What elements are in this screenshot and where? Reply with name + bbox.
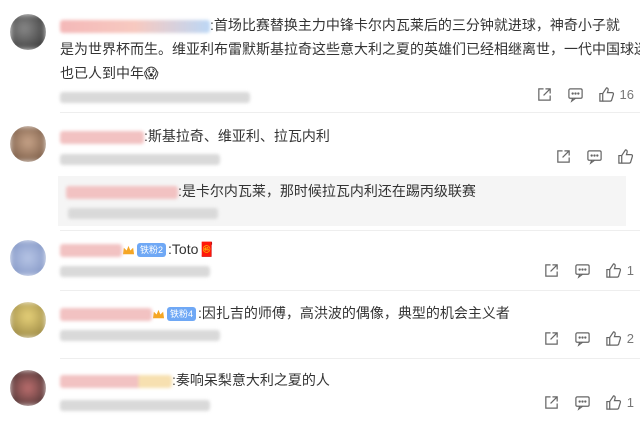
username[interactable]	[60, 307, 152, 321]
comment-text: :因扎吉的师傅，高洪波的偶像，典型的机会主义者	[198, 305, 510, 321]
comment-text-line2: 是为世界杯而生。维亚利布雷默斯基拉奇这些意大利之夏的英雄们已经相继离世，一代中国…	[60, 41, 640, 57]
divider	[60, 290, 640, 291]
like-icon	[618, 149, 634, 164]
comment-icon	[587, 150, 602, 165]
share-button[interactable]	[536, 86, 553, 103]
timestamp-location	[60, 92, 250, 103]
share-button[interactable]	[555, 148, 572, 165]
timestamp-location	[60, 266, 210, 277]
like-button[interactable]: 16	[598, 86, 634, 103]
like-count: 1	[626, 263, 634, 278]
fan-badge: 铁粉2	[137, 243, 167, 258]
avatar[interactable]	[10, 240, 46, 276]
comment-button[interactable]	[574, 330, 591, 347]
share-icon	[537, 88, 551, 101]
like-count: 16	[619, 87, 634, 102]
comment-actions: 16	[522, 86, 634, 103]
reply-username[interactable]	[66, 185, 178, 199]
comment-icon	[575, 264, 590, 279]
like-button[interactable]: 1	[605, 262, 634, 279]
username[interactable]	[60, 19, 210, 33]
like-count: 1	[626, 395, 634, 410]
share-button[interactable]	[543, 394, 560, 411]
like-button[interactable]: 2	[605, 330, 634, 347]
comment-actions	[541, 148, 634, 165]
reply-box: :是卡尔内瓦莱，那时候拉瓦内利还在踢丙级联赛	[58, 176, 626, 226]
share-icon	[544, 396, 558, 409]
divider	[60, 112, 640, 113]
timestamp-location	[60, 330, 220, 341]
fan-crown-icon	[122, 245, 135, 255]
comment-text: :首场比赛替换主力中锋卡尔内瓦莱后的三分钟就进球，神奇小子就	[210, 17, 620, 33]
comment-text-line3: 也已人到中年😱	[60, 65, 159, 81]
reply-text: :是卡尔内瓦莱，那时候拉瓦内利还在踢丙级联赛	[178, 183, 476, 199]
comment-actions: 2	[529, 330, 634, 347]
like-icon	[606, 263, 621, 278]
comment-icon	[575, 332, 590, 347]
share-button[interactable]	[543, 262, 560, 279]
like-icon	[606, 395, 621, 410]
reply-timestamp	[68, 208, 218, 219]
like-icon	[606, 331, 621, 346]
comment-button[interactable]	[567, 86, 584, 103]
fan-crown-icon	[152, 309, 165, 319]
comment-text: :奏响呆梨意大利之夏的人	[172, 372, 330, 388]
comment-text: :Toto🧧	[168, 241, 216, 257]
comment-button[interactable]	[586, 148, 603, 165]
comment-actions: 1	[529, 394, 634, 411]
avatar[interactable]	[10, 370, 46, 406]
share-icon	[544, 264, 558, 277]
comment-icon	[567, 88, 583, 103]
fan-badge: 铁粉4	[167, 307, 197, 322]
like-button[interactable]: 1	[605, 394, 634, 411]
timestamp-location	[60, 400, 210, 411]
share-icon	[544, 332, 558, 345]
divider	[60, 358, 640, 359]
like-count: 2	[626, 331, 634, 346]
like-icon	[598, 87, 614, 102]
avatar[interactable]	[10, 302, 46, 338]
username[interactable]	[60, 374, 172, 388]
comment-text: :斯基拉奇、维亚利、拉瓦内利	[144, 128, 330, 144]
comment-actions: 1	[529, 262, 634, 279]
username[interactable]	[60, 243, 122, 257]
username[interactable]	[60, 130, 144, 144]
share-button[interactable]	[543, 330, 560, 347]
timestamp-location	[60, 154, 220, 165]
avatar[interactable]	[10, 126, 46, 162]
avatar[interactable]	[10, 14, 46, 50]
comment-button[interactable]	[574, 262, 591, 279]
comment-icon	[575, 396, 590, 411]
divider	[60, 230, 640, 231]
comment-button[interactable]	[574, 394, 591, 411]
share-icon	[557, 150, 570, 163]
like-button[interactable]	[617, 148, 634, 165]
